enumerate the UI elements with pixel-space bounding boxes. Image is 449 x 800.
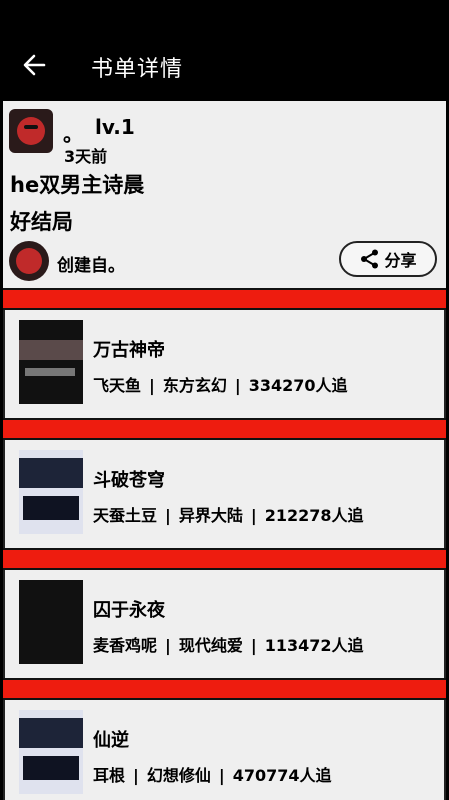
book-author: 飞天鱼 (93, 376, 142, 395)
post-time: 3天前 (64, 147, 108, 166)
book-followers: 334270人追 (248, 376, 348, 395)
book-title: 斗破苍穹 (93, 470, 165, 491)
book-meta: 耳根 | 幻想修仙 | 470774人追 (93, 766, 332, 785)
book-followers: 212278人追 (264, 506, 364, 525)
page-title: 书单详情 (91, 57, 184, 82)
creator-avatar[interactable] (9, 241, 49, 281)
avatar-face (17, 117, 45, 145)
booklist-description: 好结局 (10, 210, 73, 234)
book-meta: 飞天鱼 | 东方玄幻 | 334270人追 (93, 376, 348, 395)
divider (3, 288, 446, 310)
divider (3, 678, 446, 700)
divider (3, 418, 446, 440)
book-item[interactable]: 斗破苍穹 天蚕土豆 | 异界大陆 | 212278人追 (3, 440, 446, 548)
book-cover (19, 580, 83, 664)
avatar-eyes (24, 125, 38, 129)
share-label: 分享 (384, 251, 417, 270)
avatar-face (16, 248, 42, 274)
book-category: 现代纯爱 (178, 636, 243, 655)
author-avatar[interactable] (9, 109, 53, 153)
book-followers: 113472人追 (264, 636, 364, 655)
book-author: 耳根 (93, 766, 126, 785)
booklist-header: 。 lv.1 3天前 he双男主诗晨 好结局 创建自。 分享 (3, 101, 446, 288)
share-button[interactable]: 分享 (339, 241, 437, 277)
book-category: 东方玄幻 (162, 376, 227, 395)
share-icon (361, 249, 379, 269)
book-title: 囚于永夜 (93, 600, 165, 621)
book-author: 麦香鸡呢 (93, 636, 158, 655)
book-cover (19, 320, 83, 404)
book-item[interactable]: 万古神帝 飞天鱼 | 东方玄幻 | 334270人追 (3, 310, 446, 418)
book-followers: 470774人追 (232, 766, 332, 785)
booklist-name: he双男主诗晨 (10, 173, 145, 197)
author-level-badge: lv.1 (95, 115, 135, 139)
content-area: 。 lv.1 3天前 he双男主诗晨 好结局 创建自。 分享 万古神帝 飞天鱼 |… (3, 101, 446, 800)
book-category: 异界大陆 (178, 506, 243, 525)
book-cover (19, 450, 83, 534)
book-title: 仙逆 (93, 730, 129, 751)
arrow-left-icon (23, 54, 46, 76)
book-meta: 麦香鸡呢 | 现代纯爱 | 113472人追 (93, 636, 364, 655)
book-title: 万古神帝 (93, 340, 165, 361)
back-button[interactable] (20, 50, 50, 80)
book-meta: 天蚕土豆 | 异界大陆 | 212278人追 (93, 506, 364, 525)
book-item[interactable]: 仙逆 耳根 | 幻想修仙 | 470774人追 (3, 700, 446, 800)
book-cover (19, 710, 83, 794)
divider (3, 548, 446, 570)
book-author: 天蚕土豆 (93, 506, 158, 525)
book-category: 幻想修仙 (146, 766, 211, 785)
creator-label: 创建自。 (57, 256, 125, 276)
top-bar: 书单详情 (0, 0, 449, 100)
book-item[interactable]: 囚于永夜 麦香鸡呢 | 现代纯爱 | 113472人追 (3, 570, 446, 678)
